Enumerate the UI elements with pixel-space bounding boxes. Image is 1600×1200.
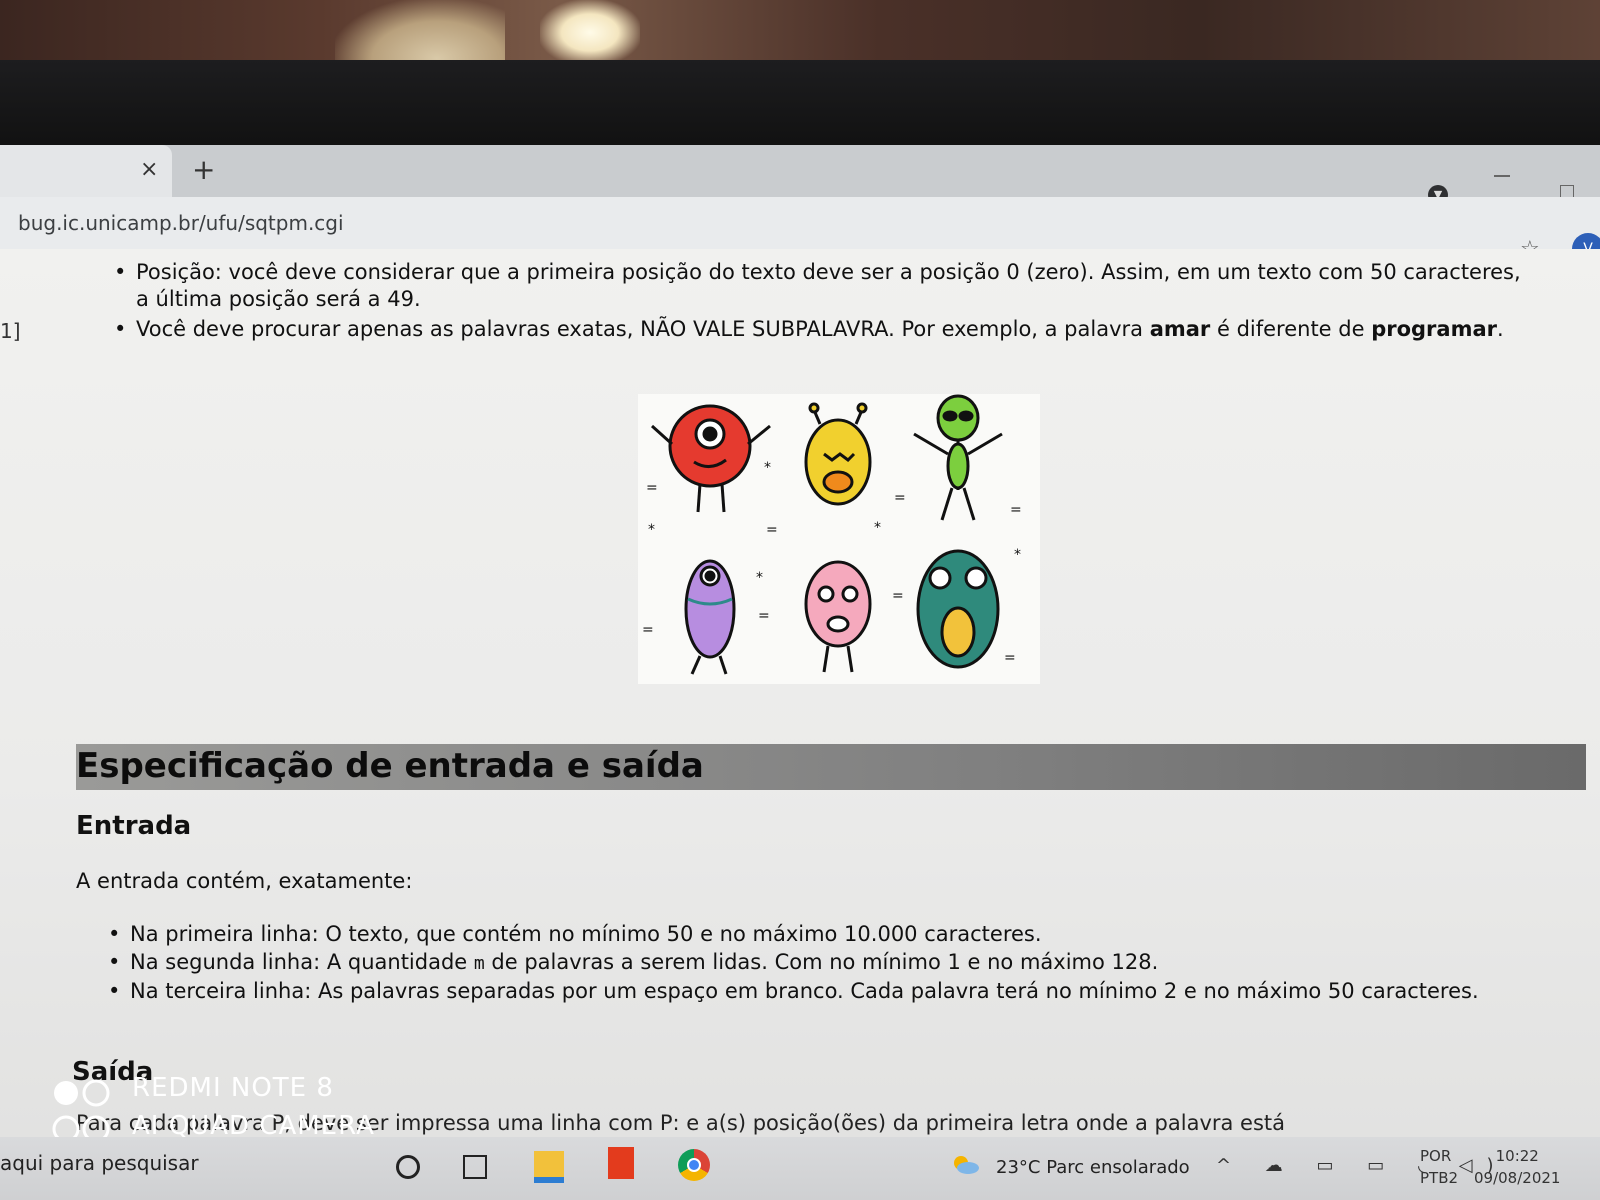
- office-icon[interactable]: [608, 1147, 634, 1179]
- new-tab-icon[interactable]: +: [192, 153, 215, 186]
- minimize-icon[interactable]: [1494, 175, 1510, 177]
- address-bar: bug.ic.unicamp.br/ufu/sqtpm.cgi ☆ V: [0, 197, 1600, 265]
- taskbar-search[interactable]: aqui para pesquisar: [0, 1151, 199, 1175]
- monsters-illustration: = * = * = = * = * = = * =: [638, 394, 1040, 684]
- watermark-line-1: REDMI NOTE 8: [132, 1073, 334, 1103]
- list-item: Na primeira linha: O texto, que contém n…: [108, 921, 1528, 948]
- lamp-glow: [335, 0, 505, 65]
- list-item: Você deve procurar apenas as palavras ex…: [114, 316, 1534, 343]
- cortana-icon[interactable]: [396, 1155, 420, 1179]
- browser-tab[interactable]: ×: [0, 145, 172, 197]
- weather-text[interactable]: 23°C Parc ensolarado: [996, 1157, 1190, 1178]
- list-item: Posição: você deve considerar que a prim…: [114, 259, 1534, 313]
- monitor-bezel: [0, 60, 1600, 150]
- svg-text:=: =: [646, 480, 658, 496]
- list-item: Na segunda linha: A quantidade m de pala…: [108, 949, 1528, 977]
- pink-monster-icon: [804, 560, 872, 673]
- purple-monster-icon: [684, 559, 736, 675]
- yellow-monster-icon: [804, 402, 872, 506]
- left-margin-text: 1]: [0, 319, 21, 343]
- svg-text:=: =: [892, 588, 904, 604]
- entrada-heading: Entrada: [76, 811, 192, 841]
- svg-text:=: =: [758, 608, 770, 624]
- browser-tab-bar: × + ▼: [0, 145, 1600, 205]
- svg-text:*: *: [764, 460, 771, 476]
- system-tray-icons[interactable]: ^ ☁ ▭ ▭ ◟ ◁): [1216, 1155, 1508, 1176]
- svg-text:=: =: [1004, 650, 1016, 666]
- language-indicator[interactable]: POR PTB2: [1420, 1145, 1458, 1189]
- teal-monster-icon: [916, 549, 1000, 669]
- file-explorer-icon[interactable]: [534, 1151, 564, 1183]
- green-alien-icon: [913, 394, 1003, 521]
- light-bulb: [540, 0, 640, 65]
- windows-taskbar: aqui para pesquisar 23°C Parc ensolarado…: [0, 1137, 1600, 1200]
- svg-text:=: =: [894, 490, 906, 506]
- section-title: Especificação de entrada e saída: [76, 746, 704, 786]
- entrada-intro: A entrada contém, exatamente:: [76, 869, 413, 893]
- rules-list: Posição: você deve considerar que a prim…: [114, 259, 1534, 346]
- svg-text:*: *: [1014, 547, 1021, 563]
- clock[interactable]: 10:22 09/08/2021: [1474, 1145, 1560, 1189]
- page-content: 1] Posição: você deve considerar que a p…: [0, 249, 1600, 1143]
- monsters-image: = * = * = = * = * = = * =: [642, 394, 1022, 675]
- weather-icon[interactable]: [950, 1153, 980, 1175]
- chrome-icon[interactable]: [678, 1149, 710, 1181]
- camera-watermark: REDMI NOTE 8 AI QUAD CAMERA: [132, 1069, 375, 1145]
- svg-text:*: *: [648, 522, 655, 538]
- task-view-icon[interactable]: [463, 1155, 487, 1179]
- close-tab-icon[interactable]: ×: [140, 157, 158, 182]
- svg-text:=: =: [642, 622, 654, 638]
- red-monster-icon: [650, 404, 771, 513]
- list-item: Na terceira linha: As palavras separadas…: [108, 978, 1528, 1005]
- svg-text:*: *: [874, 520, 881, 536]
- svg-text:=: =: [766, 522, 778, 538]
- section-header-bar: Especificação de entrada e saída: [76, 744, 1586, 790]
- entrada-list: Na primeira linha: O texto, que contém n…: [108, 921, 1528, 1006]
- url-field[interactable]: bug.ic.unicamp.br/ufu/sqtpm.cgi: [18, 211, 344, 235]
- svg-text:*: *: [756, 570, 763, 586]
- svg-text:=: =: [1010, 502, 1022, 518]
